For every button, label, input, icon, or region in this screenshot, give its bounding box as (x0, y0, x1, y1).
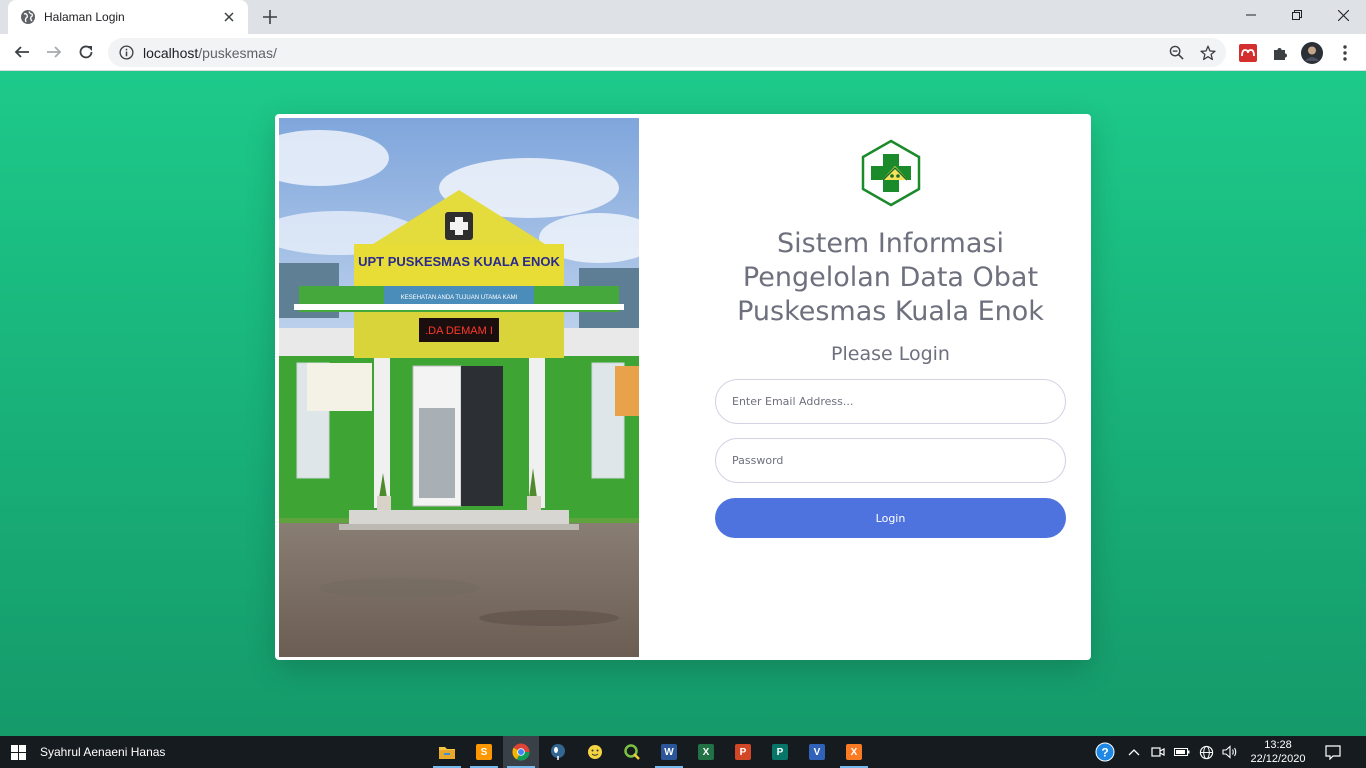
building-photo: .DA DEMAM I KESEHATAN ANDA TUJUAN UTAMA … (279, 118, 639, 657)
network-globe-icon[interactable] (1196, 736, 1216, 768)
globe-icon (20, 9, 36, 25)
volume-icon[interactable] (1220, 736, 1240, 768)
title-line-2: Pengelolan Data Obat (742, 262, 1039, 293)
url-host: localhost (143, 44, 199, 61)
browser-tab[interactable]: Halaman Login (8, 0, 248, 34)
close-tab-icon[interactable] (220, 8, 238, 26)
sign-text: UPT PUSKESMAS KUALA ENOK (358, 254, 560, 269)
reload-button[interactable] (72, 38, 100, 66)
extensions-puzzle-icon[interactable] (1269, 42, 1291, 64)
login-form: Sistem Informasi Pengelolan Data Obat Pu… (715, 114, 1066, 660)
sublime-text-icon[interactable]: S (466, 736, 502, 768)
title-line-3: Puskesmas Kuala Enok (737, 296, 1044, 327)
bookmark-star-icon[interactable] (1194, 39, 1222, 67)
forward-button[interactable] (40, 38, 68, 66)
page-background: .DA DEMAM I KESEHATAN ANDA TUJUAN UTAMA … (0, 71, 1366, 736)
password-field[interactable] (715, 438, 1066, 483)
page-title: Sistem Informasi Pengelolan Data Obat Pu… (695, 227, 1086, 329)
chevron-up-icon[interactable] (1124, 736, 1144, 768)
restore-button[interactable] (1274, 0, 1320, 30)
clock-time: 13:28 (1264, 739, 1292, 751)
word-icon[interactable]: W (651, 736, 687, 768)
chrome-menu-icon[interactable] (1334, 42, 1356, 64)
battery-icon[interactable] (1172, 736, 1192, 768)
email-field[interactable] (715, 379, 1066, 424)
address-bar[interactable]: localhost/puskesmas/ (108, 38, 1226, 67)
title-line-1: Sistem Informasi (777, 228, 1004, 259)
new-tab-button[interactable] (258, 5, 282, 29)
qgis-icon[interactable] (614, 736, 650, 768)
clock-date: 22/12/2020 (1250, 753, 1306, 765)
xampp-icon[interactable]: X (836, 736, 872, 768)
pgadmin-icon[interactable] (540, 736, 576, 768)
visual-studio-icon[interactable]: V (799, 736, 835, 768)
url-path: /puskesmas/ (198, 44, 277, 61)
please-login-heading: Please Login (831, 343, 950, 365)
emoji-app-icon[interactable] (577, 736, 613, 768)
browser-tab-strip: Halaman Login (0, 0, 1366, 34)
taskbar-user-name: Syahrul Aenaeni Hanas (40, 745, 166, 759)
back-button[interactable] (8, 38, 36, 66)
windows-taskbar: Syahrul Aenaeni Hanas S W X P P V X ? 13… (0, 736, 1366, 768)
close-window-button[interactable] (1320, 0, 1366, 30)
excel-icon[interactable]: X (688, 736, 724, 768)
taskbar-clock[interactable]: 13:28 22/12/2020 (1242, 738, 1314, 766)
meet-now-icon[interactable] (1148, 736, 1168, 768)
file-explorer-icon[interactable] (429, 736, 465, 768)
mendeley-extension-icon[interactable] (1237, 42, 1259, 64)
help-icon[interactable]: ? (1093, 736, 1117, 768)
minimize-button[interactable] (1228, 0, 1274, 30)
powerpoint-icon[interactable]: P (725, 736, 761, 768)
tab-title: Halaman Login (44, 10, 125, 24)
chrome-icon[interactable] (503, 736, 539, 768)
url-text: localhost/puskesmas/ (143, 45, 1162, 61)
svg-text:?: ? (1101, 746, 1108, 760)
browser-toolbar: localhost/puskesmas/ (0, 34, 1366, 71)
publisher-icon[interactable]: P (762, 736, 798, 768)
puskesmas-logo-icon (859, 138, 923, 208)
login-button[interactable]: Login (715, 498, 1066, 538)
site-info-icon[interactable] (118, 45, 134, 61)
windows-start-icon[interactable] (0, 736, 36, 768)
zoom-icon[interactable] (1162, 39, 1190, 67)
notification-center-icon[interactable] (1318, 736, 1348, 768)
led-sign-text: .DA DEMAM I (425, 325, 493, 337)
login-card: .DA DEMAM I KESEHATAN ANDA TUJUAN UTAMA … (275, 114, 1091, 660)
profile-avatar[interactable] (1301, 42, 1323, 64)
banner-text: KESEHATAN ANDA TUJUAN UTAMA KAMI (401, 295, 518, 301)
